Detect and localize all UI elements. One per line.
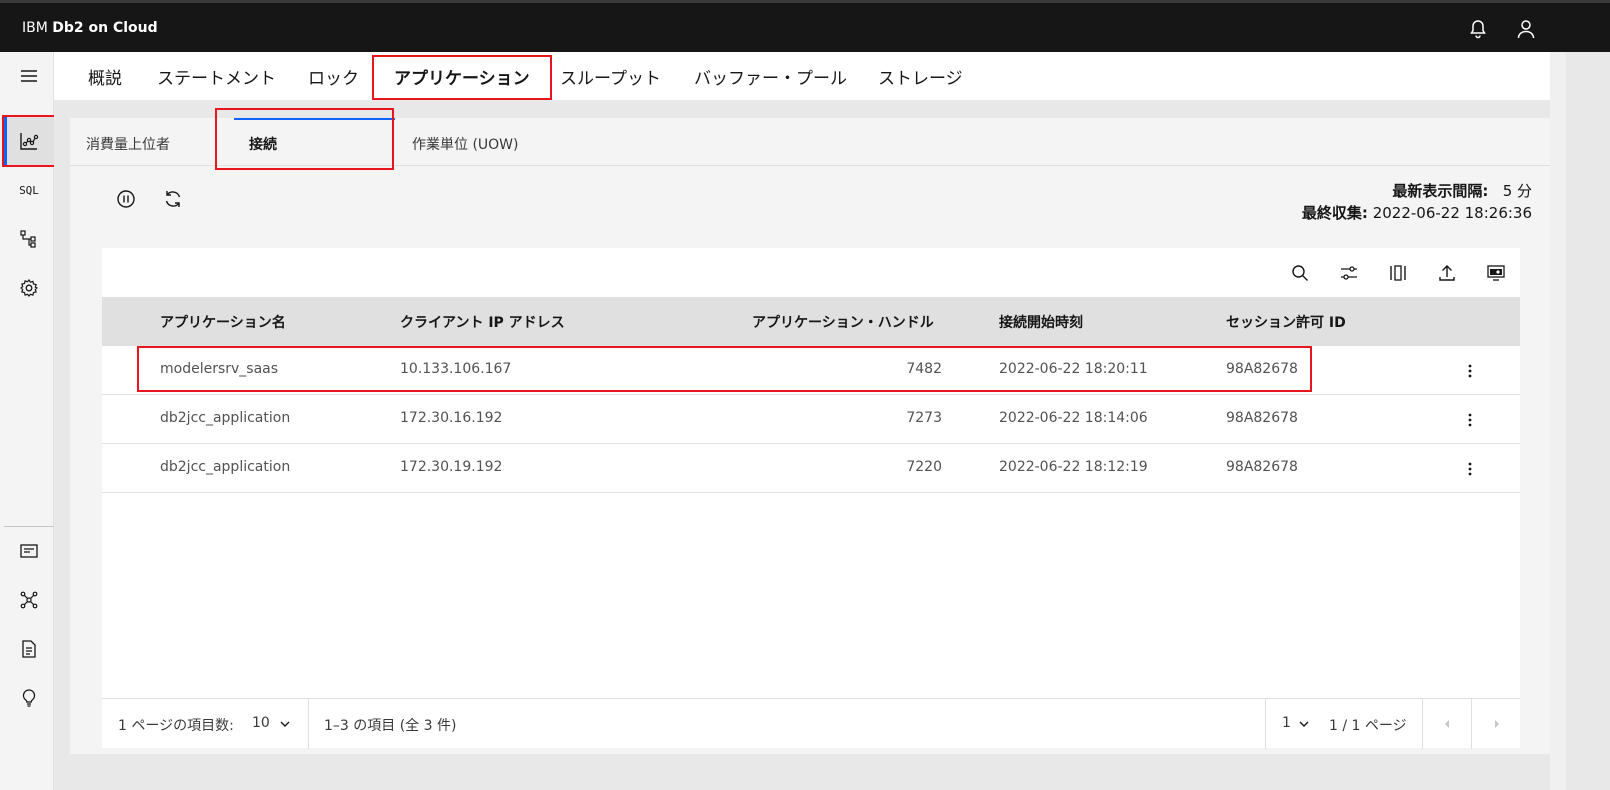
previous-page-icon[interactable] — [1442, 718, 1452, 730]
filter-settings-icon[interactable] — [1339, 263, 1359, 283]
side-item-monitor[interactable] — [4, 117, 54, 165]
table-row[interactable]: modelersrv_saas 10.133.106.167 7482 2022… — [102, 346, 1520, 395]
tab-statements[interactable]: ステートメント — [157, 64, 276, 89]
top-bar: IBM Db2 on Cloud — [0, 0, 1610, 52]
cell-session-auth-id: 98A82678 — [1226, 410, 1298, 426]
tab-storage[interactable]: ストレージ — [878, 64, 963, 89]
cell-application-handle: 7482 — [906, 361, 942, 377]
subtab-top-consumers[interactable]: 消費量上位者 — [86, 134, 170, 154]
refresh-interval-label: 最新表示間隔: — [1392, 182, 1489, 200]
cell-application-handle: 7220 — [906, 459, 942, 475]
page-total-text: 1 / 1 ページ — [1329, 718, 1407, 734]
column-header[interactable]: アプリケーション・ハンドル — [752, 312, 934, 332]
main-content: 概説 ステートメント ロック アプリケーション スループット バッファー・プール… — [54, 52, 1610, 790]
tab-locks[interactable]: ロック — [308, 64, 359, 89]
column-header[interactable]: アプリケーション名 — [160, 312, 286, 332]
brand-prefix: IBM — [22, 20, 48, 36]
cell-connection-start: 2022-06-22 18:14:06 — [999, 410, 1148, 426]
cell-session-auth-id: 98A82678 — [1226, 459, 1298, 475]
active-subtab-indicator — [234, 118, 395, 120]
last-collected-label: 最終収集: — [1301, 204, 1368, 222]
table-header: アプリケーション名 クライアント IP アドレス アプリケーション・ハンドル 接… — [102, 297, 1520, 346]
table-row[interactable]: db2jcc_application 172.30.19.192 7220 20… — [102, 444, 1520, 493]
monitor-chart-icon — [20, 133, 39, 150]
settings-icon — [20, 278, 39, 297]
pagination: 1 ページの項目数: 10 1–3 の項目 (全 3 件) 1 1 / 1 ペー… — [102, 698, 1520, 749]
page-scrollbar[interactable] — [1550, 52, 1566, 790]
columns-icon[interactable] — [1388, 263, 1408, 283]
subtab-connections[interactable]: 接続 — [249, 134, 277, 154]
user-icon[interactable] — [1514, 17, 1538, 41]
item-range-text: 1–3 の項目 (全 3 件) — [324, 718, 457, 734]
sub-tabs: 消費量上位者 接続 作業単位 (UOW) — [70, 118, 1550, 166]
tab-overview[interactable]: 概説 — [88, 64, 122, 89]
document-list-icon — [20, 544, 38, 558]
sql-icon: SQL — [19, 183, 39, 197]
side-item-settings[interactable] — [4, 264, 54, 312]
side-item-logs[interactable] — [4, 527, 54, 575]
column-header[interactable]: セッション許可 ID — [1226, 312, 1346, 332]
side-nav: SQL — [4, 52, 54, 790]
refresh-icon[interactable] — [162, 188, 184, 210]
side-item-explain[interactable] — [4, 215, 54, 263]
side-item-network[interactable] — [4, 576, 54, 624]
menu-button[interactable] — [4, 52, 54, 100]
items-per-page-select[interactable]: 10 — [252, 715, 270, 731]
document-icon — [22, 640, 36, 658]
column-header[interactable]: 接続開始時刻 — [999, 312, 1083, 332]
chevron-down-icon[interactable] — [1298, 719, 1310, 729]
overflow-menu-icon[interactable] — [1464, 410, 1476, 430]
page-select[interactable]: 1 — [1282, 715, 1291, 731]
refresh-interval-value: 5 分 — [1502, 182, 1532, 200]
subtab-uow[interactable]: 作業単位 (UOW) — [412, 134, 518, 154]
notification-icon[interactable] — [1466, 17, 1490, 41]
cell-connection-start: 2022-06-22 18:20:11 — [999, 361, 1148, 377]
side-item-tips[interactable] — [4, 674, 54, 722]
content-panel: 消費量上位者 接続 作業単位 (UOW) 最新表示間隔: 5 分 最終収集: 2… — [70, 108, 1550, 754]
connections-table: アプリケーション名 クライアント IP アドレス アプリケーション・ハンドル 接… — [102, 248, 1520, 698]
last-collected-value: 2022-06-22 18:26:36 — [1372, 204, 1532, 222]
app-brand[interactable]: IBM Db2 on Cloud — [22, 20, 158, 36]
main-tabs: 概説 ステートメント ロック アプリケーション スループット バッファー・プール… — [54, 52, 1550, 100]
cell-client-ip: 10.133.106.167 — [400, 361, 512, 377]
table-row[interactable]: db2jcc_application 172.30.16.192 7273 20… — [102, 395, 1520, 444]
overflow-menu-icon[interactable] — [1464, 361, 1476, 381]
cell-client-ip: 172.30.19.192 — [400, 459, 503, 475]
network-icon — [20, 591, 38, 609]
cell-application-name: db2jcc_application — [160, 459, 291, 475]
side-item-docs[interactable] — [4, 625, 54, 673]
pager-divider — [1471, 699, 1472, 749]
cell-session-auth-id: 98A82678 — [1226, 361, 1298, 377]
items-per-page-label: 1 ページの項目数: — [118, 718, 234, 734]
pause-icon[interactable] — [115, 188, 137, 210]
column-header[interactable]: クライアント IP アドレス — [400, 312, 565, 332]
overflow-menu-icon[interactable] — [1464, 459, 1476, 479]
cell-client-ip: 172.30.16.192 — [400, 410, 503, 426]
pager-divider — [1422, 699, 1423, 749]
menu-icon — [21, 70, 37, 82]
display-settings-icon[interactable] — [1486, 263, 1506, 283]
pager-divider — [1265, 699, 1266, 749]
brand-name: Db2 on Cloud — [52, 20, 158, 36]
tab-buffer-pools[interactable]: バッファー・プール — [694, 64, 847, 89]
pager-divider — [308, 699, 309, 749]
search-icon[interactable] — [1290, 263, 1310, 283]
cell-application-name: modelersrv_saas — [160, 361, 279, 377]
chevron-down-icon[interactable] — [279, 719, 291, 729]
tab-throughput[interactable]: スループット — [560, 64, 661, 89]
tab-applications[interactable]: アプリケーション — [394, 64, 530, 89]
refresh-info: 最新表示間隔: 5 分 最終収集: 2022-06-22 18:26:36 — [1302, 180, 1532, 224]
cell-application-name: db2jcc_application — [160, 410, 291, 426]
lightbulb-icon — [22, 689, 36, 707]
cell-application-handle: 7273 — [906, 410, 942, 426]
next-page-icon[interactable] — [1492, 718, 1502, 730]
export-icon[interactable] — [1437, 263, 1457, 283]
hierarchy-icon — [20, 230, 36, 248]
side-item-sql[interactable]: SQL — [4, 166, 54, 214]
cell-connection-start: 2022-06-22 18:12:19 — [999, 459, 1148, 475]
